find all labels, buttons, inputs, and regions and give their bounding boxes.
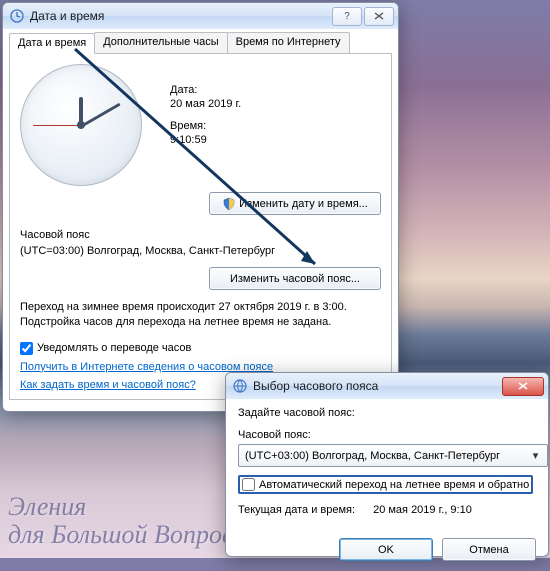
- change-timezone-button[interactable]: Изменить часовой пояс...: [209, 267, 381, 290]
- dst-checkbox-row[interactable]: Автоматический переход на летнее время и…: [242, 478, 529, 491]
- tab-internet-time[interactable]: Время по Интернету: [227, 32, 350, 53]
- time-value: 9:10:59: [170, 134, 241, 146]
- link-tz-info[interactable]: Получить в Интернете сведения о часовом …: [20, 361, 273, 373]
- notify-label: Уведомлять о переводе часов: [37, 342, 191, 354]
- notify-checkbox-row[interactable]: Уведомлять о переводе часов: [20, 342, 381, 355]
- window-title: Выбор часового пояса: [253, 379, 500, 393]
- clock-icon: [9, 8, 25, 24]
- tab-date-time[interactable]: Дата и время: [9, 33, 95, 54]
- timezone-window: Выбор часового пояса Задайте часовой поя…: [225, 372, 549, 557]
- current-dt-label: Текущая дата и время:: [238, 504, 355, 516]
- watermark: Эления для Большой Вопрос: [8, 493, 233, 548]
- change-date-time-button[interactable]: Изменить дату и время...: [209, 192, 381, 215]
- close-button[interactable]: [502, 377, 544, 396]
- close-button[interactable]: [364, 7, 394, 26]
- globe-icon: [232, 378, 248, 394]
- notify-checkbox[interactable]: [20, 342, 33, 355]
- titlebar[interactable]: Выбор часового пояса: [226, 373, 548, 399]
- dst-checkbox[interactable]: [242, 478, 255, 491]
- close-icon: [518, 382, 528, 390]
- shield-icon: [222, 197, 236, 211]
- dst-label: Автоматический переход на летнее время и…: [259, 479, 529, 491]
- analog-clock: [20, 64, 142, 186]
- tab-additional-clocks[interactable]: Дополнительные часы: [94, 32, 227, 53]
- window-title: Дата и время: [30, 9, 330, 23]
- chevron-down-icon: ▾: [528, 449, 543, 462]
- current-dt-value: 20 мая 2019 г., 9:10: [373, 504, 472, 516]
- titlebar[interactable]: Дата и время ?: [3, 3, 398, 29]
- dst-info: Переход на зимнее время происходит 27 ок…: [20, 300, 381, 330]
- link-howto[interactable]: Как задать время и часовой пояс?: [20, 379, 196, 391]
- date-label: Дата:: [170, 84, 241, 96]
- tab-bar: Дата и время Дополнительные часы Время п…: [9, 32, 392, 54]
- timezone-section-label: Часовой пояс: [20, 229, 381, 241]
- timezone-combo-value: (UTC+03:00) Волгоград, Москва, Санкт-Пет…: [245, 450, 528, 462]
- annotation-highlight: Автоматический переход на летнее время и…: [238, 475, 533, 494]
- timezone-value: (UTC=03:00) Волгоград, Москва, Санкт-Пет…: [20, 245, 381, 257]
- close-icon: [374, 12, 384, 20]
- intro-text: Задайте часовой пояс:: [238, 407, 536, 419]
- date-time-window: Дата и время ? Дата и время Дополнительн…: [2, 2, 399, 412]
- tab-page: Дата: 20 мая 2019 г. Время: 9:10:59 Изме…: [9, 54, 392, 400]
- timezone-combo[interactable]: (UTC+03:00) Волгоград, Москва, Санкт-Пет…: [238, 444, 548, 467]
- dialog-buttons: OK Отмена: [238, 530, 536, 561]
- time-label: Время:: [170, 120, 241, 132]
- date-value: 20 мая 2019 г.: [170, 98, 241, 110]
- help-button[interactable]: ?: [332, 7, 362, 26]
- timezone-label: Часовой пояс:: [238, 429, 536, 441]
